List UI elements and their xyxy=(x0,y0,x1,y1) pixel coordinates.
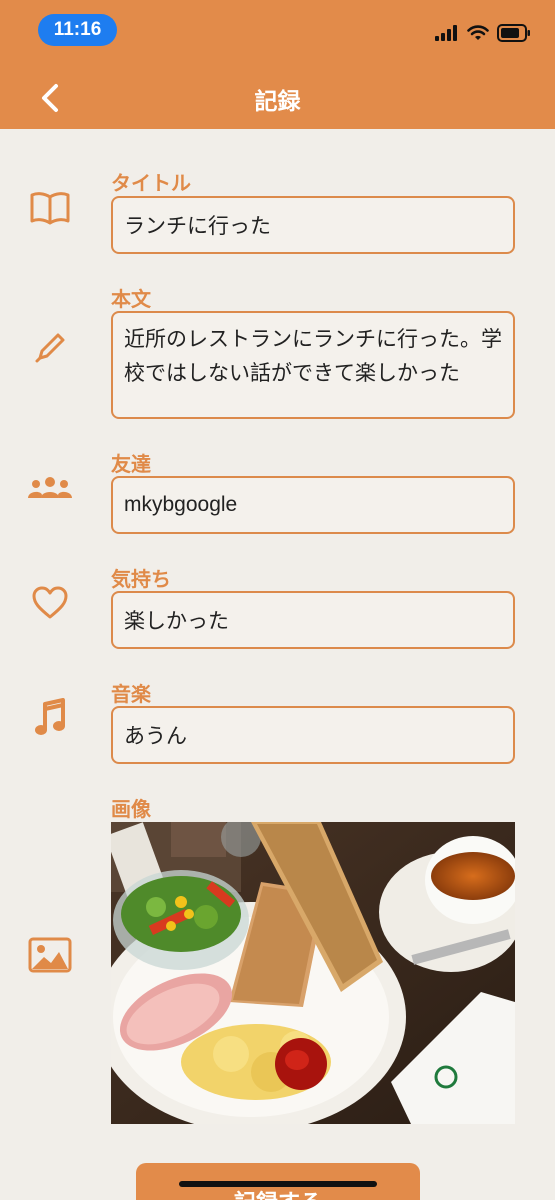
body-textarea[interactable]: 近所のレストランにランチに行った。学校ではしない話ができて楽しかった xyxy=(111,311,515,419)
heart-icon xyxy=(27,580,73,626)
image-icon xyxy=(27,932,73,978)
page-title: 記録 xyxy=(254,89,301,115)
friend-label: 友達 xyxy=(111,452,151,476)
feeling-label: 気持ち xyxy=(111,567,171,591)
music-label: 音楽 xyxy=(111,682,151,706)
book-icon xyxy=(27,185,73,231)
home-indicator xyxy=(179,1181,377,1187)
feeling-input[interactable]: 楽しかった xyxy=(111,591,515,649)
pencil-icon xyxy=(27,325,73,371)
music-note-icon xyxy=(27,695,73,741)
status-time: 11:16 xyxy=(38,14,117,46)
signal-icon xyxy=(435,25,457,41)
people-icon xyxy=(27,465,73,511)
title-label: タイトル xyxy=(111,171,191,195)
wifi-icon xyxy=(467,25,489,40)
title-input[interactable]: ランチに行った xyxy=(111,196,515,254)
battery-icon xyxy=(497,24,530,42)
header-bar: 11:16 記録 xyxy=(0,0,555,129)
music-input[interactable]: あうん xyxy=(111,706,515,764)
status-icons xyxy=(435,22,531,44)
friend-input[interactable]: mkybgoogle xyxy=(111,476,515,534)
image-label: 画像 xyxy=(111,797,151,821)
body-label: 本文 xyxy=(111,287,151,311)
lunch-photo[interactable] xyxy=(111,822,515,1124)
